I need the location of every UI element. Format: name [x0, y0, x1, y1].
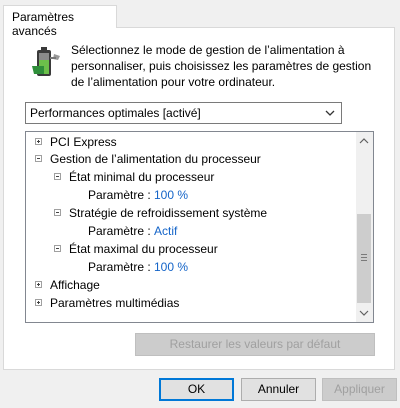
power-plan-select[interactable]: Performances optimales [activé]	[25, 102, 342, 124]
collapse-minus-icon[interactable]	[35, 155, 42, 162]
chevron-down-icon	[325, 110, 335, 116]
restore-defaults-button[interactable]: Restaurer les valeurs par défaut	[135, 333, 375, 356]
collapse-minus-icon[interactable]	[54, 209, 61, 216]
expand-plus-icon[interactable]	[35, 138, 42, 145]
grip-line	[361, 257, 367, 258]
expand-plus-icon[interactable]	[35, 299, 42, 306]
grip-line	[361, 254, 367, 255]
collapse-minus-icon[interactable]	[54, 173, 61, 180]
grip-line	[361, 260, 367, 261]
expand-plus-icon[interactable]	[35, 281, 42, 288]
collapse-minus-icon[interactable]	[54, 245, 61, 252]
cancel-button[interactable]: Annuler	[241, 378, 316, 401]
apply-button[interactable]: Appliquer	[322, 378, 397, 401]
description-text: Sélectionnez le mode de gestion de l’ali…	[71, 43, 372, 89]
vertical-scrollbar[interactable]	[356, 132, 373, 322]
ok-button[interactable]: OK	[159, 378, 234, 401]
setting-value[interactable]: 100 %	[154, 259, 188, 276]
settings-tree[interactable]: PCI Express Gestion de l’alimentation du…	[25, 131, 374, 323]
scroll-thumb[interactable]	[357, 214, 371, 303]
scroll-down-arrow-icon[interactable]	[359, 308, 369, 318]
setting-value[interactable]: Actif	[154, 223, 177, 240]
tab-advanced-settings[interactable]: Paramètres avancés	[3, 5, 117, 38]
setting-value[interactable]: 100 %	[154, 187, 188, 204]
power-plan-select-value: Performances optimales [activé]	[30, 106, 201, 120]
scroll-up-arrow-icon[interactable]	[359, 136, 369, 146]
battery-power-icon	[32, 47, 60, 76]
